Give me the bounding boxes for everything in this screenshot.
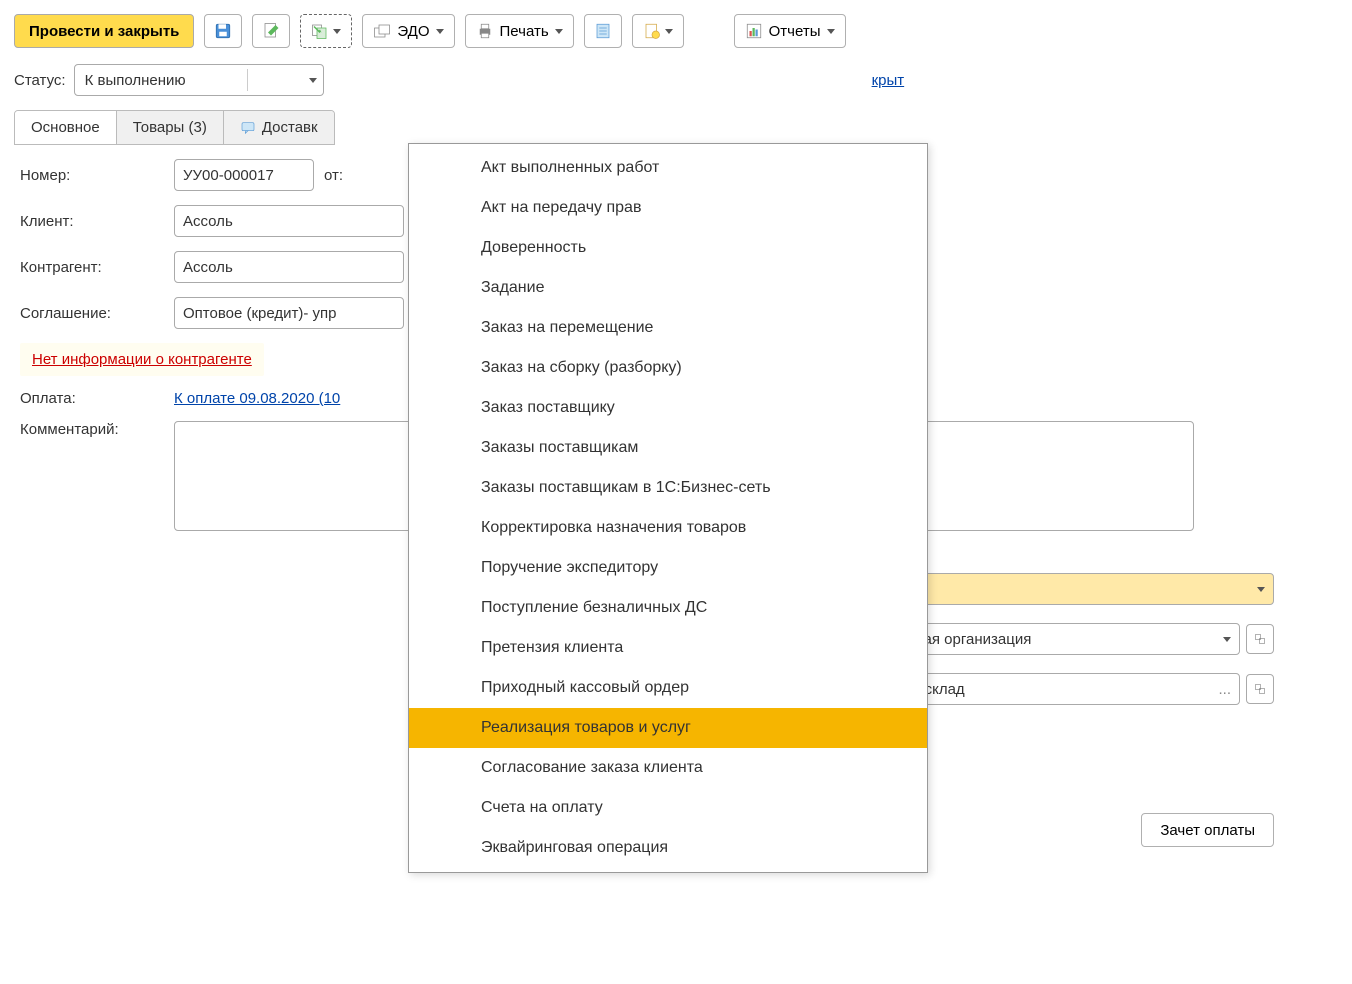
menu-item[interactable]: Корректировка назначения товаров [409, 508, 927, 548]
menu-item[interactable]: Акт выполненных работ [409, 148, 927, 188]
post-button[interactable] [252, 14, 290, 48]
client-label: Клиент: [20, 213, 164, 230]
menu-item[interactable]: Эквайринговая операция [409, 828, 927, 868]
menu-item[interactable]: Претензия клиента [409, 628, 927, 668]
reports-button[interactable]: Отчеты [734, 14, 846, 48]
edo-icon [373, 22, 391, 40]
edo-button[interactable]: ЭДО [362, 14, 454, 48]
menu-item[interactable]: Счета на оплату [409, 788, 927, 828]
menu-item[interactable]: Приходный кассовый ордер [409, 668, 927, 708]
toolbar: Провести и закрыть ЭДО Печать Отчеты [14, 14, 1338, 48]
open-legal-button[interactable] [1246, 624, 1274, 654]
chevron-down-icon [665, 29, 673, 34]
attachments-button[interactable] [632, 14, 684, 48]
print-icon [476, 22, 494, 40]
right-column: ия ческая организация ный склад ... Заче… [884, 559, 1274, 865]
menu-item[interactable]: Заказ на сборку (разборку) [409, 348, 927, 388]
save-icon [214, 22, 232, 40]
tab-goods[interactable]: Товары (3) [117, 111, 224, 144]
warehouse-input[interactable]: ный склад ... [884, 673, 1240, 705]
tab-delivery[interactable]: Доставк [224, 111, 334, 144]
chevron-down-icon [333, 29, 341, 34]
create-based-on-menu: Акт выполненных работАкт на передачу пра… [408, 143, 928, 873]
status-select[interactable]: К выполнению [74, 64, 324, 96]
counterparty-warning[interactable]: Нет информации о контрагенте [20, 343, 264, 376]
open-icon [1254, 633, 1266, 645]
menu-item[interactable]: Заказы поставщикам [409, 428, 927, 468]
organization-input[interactable]: ия [884, 573, 1274, 605]
list-button[interactable] [584, 14, 622, 48]
from-label: от: [324, 167, 343, 184]
legal-org-input[interactable]: ческая организация [884, 623, 1240, 655]
client-input[interactable]: Ассоль [174, 205, 404, 237]
create-based-on-icon [311, 22, 329, 40]
menu-item[interactable]: Заказ поставщику [409, 388, 927, 428]
tab-main[interactable]: Основное [15, 111, 117, 144]
menu-item[interactable]: Поручение экспедитору [409, 548, 927, 588]
payment-label: Оплата: [20, 390, 164, 407]
counterparty-input[interactable]: Ассоль [174, 251, 404, 283]
chart-icon [745, 22, 763, 40]
chevron-down-icon [309, 78, 317, 83]
status-label: Статус: [14, 72, 66, 89]
menu-item[interactable]: Реализация товаров и услуг [409, 708, 927, 748]
number-label: Номер: [20, 167, 164, 184]
post-and-close-button[interactable]: Провести и закрыть [14, 14, 194, 48]
chevron-down-icon [555, 29, 563, 34]
menu-item[interactable]: Заказы поставщикам в 1С:Бизнес-сеть [409, 468, 927, 508]
menu-item[interactable]: Задание [409, 268, 927, 308]
chevron-down-icon [436, 29, 444, 34]
comment-icon [240, 120, 256, 136]
attachment-icon [643, 22, 661, 40]
post-icon [262, 22, 280, 40]
payment-link[interactable]: К оплате 09.08.2020 (10 [174, 390, 340, 407]
create-based-on-button[interactable] [300, 14, 352, 48]
status-row: Статус: К выполнению крыт [14, 64, 1338, 96]
comment-label: Комментарий: [20, 421, 164, 438]
chevron-down-icon [1223, 637, 1231, 642]
offset-payment-button[interactable]: Зачет оплаты [1141, 813, 1274, 847]
counterparty-label: Контрагент: [20, 259, 164, 276]
open-warehouse-button[interactable] [1246, 674, 1274, 704]
menu-item[interactable]: Согласование заказа клиента [409, 748, 927, 788]
closed-link[interactable]: крыт [872, 72, 905, 89]
print-button[interactable]: Печать [465, 14, 574, 48]
menu-item[interactable]: Акт на передачу прав [409, 188, 927, 228]
chevron-down-icon [827, 29, 835, 34]
agreement-label: Соглашение: [20, 305, 164, 322]
chevron-down-icon [1257, 587, 1265, 592]
agreement-input[interactable]: Оптовое (кредит)- упр [174, 297, 404, 329]
menu-item[interactable]: Заказ на перемещение [409, 308, 927, 348]
number-input[interactable]: УУ00-000017 [174, 159, 314, 191]
save-button[interactable] [204, 14, 242, 48]
menu-item[interactable]: Поступление безналичных ДС [409, 588, 927, 628]
open-icon [1254, 683, 1266, 695]
tabs: Основное Товары (3) Доставк [14, 110, 335, 145]
menu-item[interactable]: Доверенность [409, 228, 927, 268]
list-icon [594, 22, 612, 40]
